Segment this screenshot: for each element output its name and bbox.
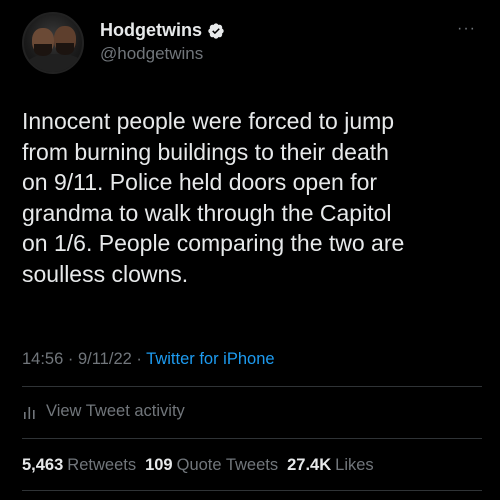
- analytics-icon: [24, 406, 35, 419]
- more-options-icon[interactable]: ···: [457, 20, 476, 38]
- divider: [22, 490, 482, 491]
- tweet-meta: 14:56 · 9/11/22 · Twitter for iPhone: [22, 350, 275, 369]
- view-tweet-activity-label: View Tweet activity: [46, 402, 185, 420]
- handle[interactable]: @hodgetwins: [100, 44, 225, 64]
- tweet-date[interactable]: 9/11/22: [78, 350, 132, 368]
- retweets-stat[interactable]: 5,463 Retweets: [22, 456, 136, 475]
- tweet-time[interactable]: 14:56: [22, 350, 63, 368]
- meta-separator: ·: [131, 350, 147, 368]
- tweet-source[interactable]: Twitter for iPhone: [146, 350, 274, 368]
- tweet-stats: 5,463 Retweets 109 Quote Tweets 27.4K Likes: [22, 456, 374, 475]
- tweet-header: Hodgetwins @hodgetwins ···: [22, 12, 482, 76]
- likes-label: Likes: [335, 456, 374, 474]
- retweets-label: Retweets: [67, 456, 137, 474]
- retweets-count: 5,463: [22, 456, 64, 474]
- view-tweet-activity-button[interactable]: View Tweet activity: [22, 402, 185, 421]
- divider: [22, 438, 482, 439]
- quote-tweets-label: Quote Tweets: [176, 456, 279, 474]
- display-name[interactable]: Hodgetwins: [100, 20, 202, 41]
- verified-badge-icon: [208, 22, 224, 39]
- quote-tweets-count: 109: [145, 456, 173, 474]
- likes-count: 27.4K: [287, 456, 332, 474]
- divider: [22, 386, 482, 387]
- tweet-card: Hodgetwins @hodgetwins ··· Innocent peop…: [0, 0, 500, 500]
- author-names[interactable]: Hodgetwins @hodgetwins: [100, 20, 225, 64]
- likes-stat[interactable]: 27.4K Likes: [287, 456, 374, 475]
- meta-separator: ·: [63, 350, 78, 368]
- avatar[interactable]: [22, 12, 84, 74]
- tweet-text: Innocent people were forced to jump from…: [22, 108, 405, 287]
- quote-tweets-stat[interactable]: 109 Quote Tweets: [145, 456, 278, 475]
